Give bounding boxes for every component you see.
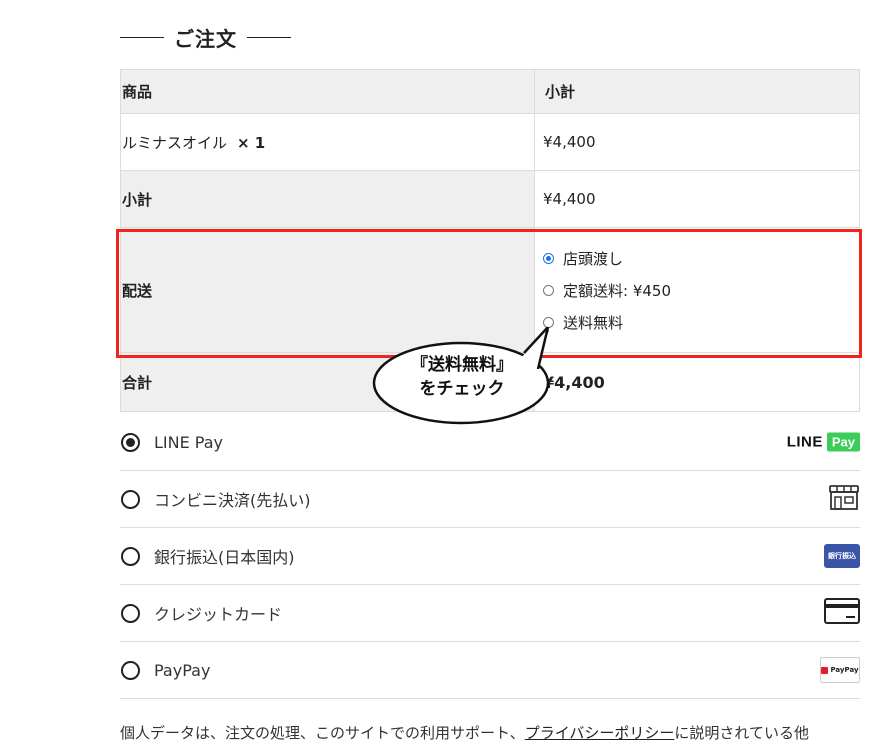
credit-card-icon bbox=[824, 598, 860, 628]
total-value: ¥4,400 bbox=[543, 372, 605, 392]
payment-option-paypay[interactable]: PayPay PayPay bbox=[120, 642, 860, 699]
line-logo-word: LINE bbox=[786, 433, 823, 451]
convenience-store-icon bbox=[828, 483, 860, 515]
table-header-row: 商品 小計 bbox=[120, 69, 860, 114]
subtotal-row: 小計 ¥4,400 bbox=[120, 170, 860, 228]
payment-label: 銀行振込(日本国内) bbox=[154, 548, 295, 567]
paypay-icon: PayPay bbox=[820, 657, 860, 683]
radio-flat-rate[interactable] bbox=[543, 284, 554, 296]
line-logo-pay: Pay bbox=[826, 432, 860, 452]
title-rule-left bbox=[120, 36, 164, 38]
radio-line-pay[interactable] bbox=[121, 432, 140, 452]
paypay-icon-text: PayPay bbox=[830, 666, 859, 674]
radio-credit-card[interactable] bbox=[121, 603, 140, 623]
payment-option-credit-card[interactable]: クレジットカード bbox=[120, 585, 860, 642]
shipping-option-label: 送料無料 bbox=[563, 313, 624, 332]
callout-line2: をチェック bbox=[419, 379, 505, 399]
payment-label: クレジットカード bbox=[154, 605, 283, 624]
item-name: ルミナスオイル bbox=[122, 133, 228, 152]
subtotal-value: ¥4,400 bbox=[534, 170, 860, 228]
radio-paypay[interactable] bbox=[121, 660, 140, 680]
section-title: ご注文 bbox=[120, 22, 291, 52]
radio-store-pickup[interactable] bbox=[543, 252, 554, 264]
item-quantity: × 1 bbox=[237, 133, 266, 152]
header-product: 商品 bbox=[120, 69, 535, 114]
payment-option-convenience-store[interactable]: コンビニ決済(先払い) bbox=[120, 471, 860, 528]
callout-line1: 『送料無料』 bbox=[411, 355, 513, 375]
privacy-text-after: に説明されている他 bbox=[674, 724, 809, 742]
payment-label: コンビニ決済(先払い) bbox=[154, 491, 311, 510]
shipping-option-flat-rate[interactable]: 定額送料: ¥450 bbox=[543, 274, 859, 306]
table-row: ルミナスオイル × 1 ¥4,400 bbox=[120, 113, 860, 171]
title-rule-right bbox=[247, 36, 291, 38]
item-cell: ルミナスオイル × 1 bbox=[120, 113, 535, 171]
shipping-option-free[interactable]: 送料無料 bbox=[543, 306, 859, 338]
shipping-option-label: 定額送料: ¥450 bbox=[563, 281, 671, 300]
subtotal-label: 小計 bbox=[120, 170, 535, 228]
shipping-option-store-pickup[interactable]: 店頭渡し bbox=[543, 242, 859, 274]
shipping-option-label: 店頭渡し bbox=[563, 249, 624, 268]
bank-transfer-icon: 銀行振込 bbox=[824, 544, 860, 568]
header-subtotal: 小計 bbox=[534, 69, 860, 114]
radio-bank-transfer[interactable] bbox=[121, 546, 140, 566]
line-pay-logo-icon: LINE Pay bbox=[786, 432, 860, 452]
privacy-text-before: 個人データは、注文の処理、このサイトでの利用サポート、 bbox=[120, 724, 525, 742]
payment-option-bank-transfer[interactable]: 銀行振込(日本国内) 銀行振込 bbox=[120, 528, 860, 585]
privacy-policy-link[interactable]: プライバシーポリシー bbox=[525, 724, 675, 742]
total-value-cell: ¥4,400 bbox=[534, 352, 860, 412]
item-price: ¥4,400 bbox=[534, 113, 860, 171]
radio-convenience-store[interactable] bbox=[121, 489, 140, 509]
radio-free-shipping[interactable] bbox=[543, 316, 554, 328]
callout-text: 『送料無料』 をチェック bbox=[372, 353, 552, 401]
order-heading: ご注文 bbox=[174, 26, 237, 51]
privacy-notice: 個人データは、注文の処理、このサイトでの利用サポート、プライバシーポリシーに説明… bbox=[120, 722, 880, 743]
payment-method-list: LINE Pay LINE Pay コンビニ決済(先払い) 銀行振込(日本国内) … bbox=[120, 414, 860, 699]
payment-option-line-pay[interactable]: LINE Pay LINE Pay bbox=[120, 414, 860, 471]
shipping-options: 店頭渡し 定額送料: ¥450 送料無料 bbox=[534, 227, 860, 353]
payment-label: LINE Pay bbox=[154, 432, 223, 452]
payment-label: PayPay bbox=[154, 660, 211, 680]
paypay-mark bbox=[821, 666, 829, 674]
